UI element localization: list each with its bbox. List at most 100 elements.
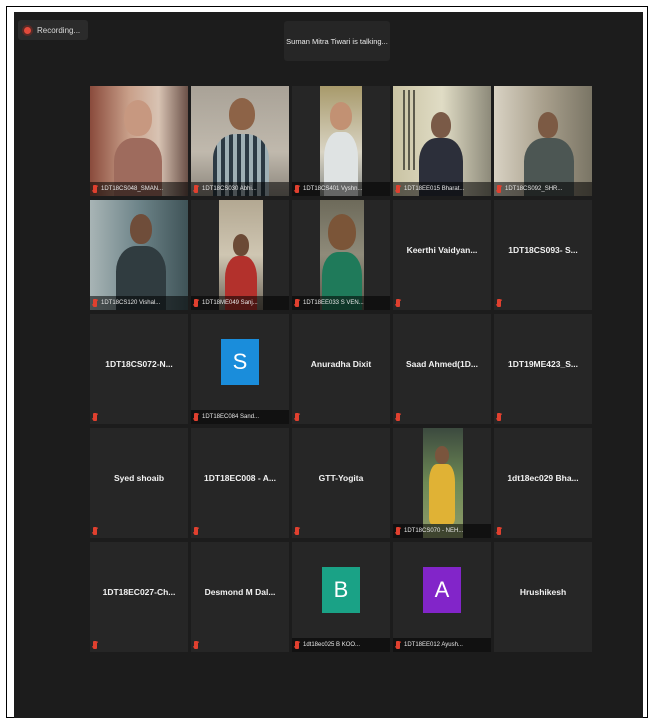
participant-name: 1DT19ME423_S... xyxy=(508,358,578,369)
active-speaker-text: Suman Mitra Tiwari is talking... xyxy=(286,36,388,46)
participant-name: 1DT18EC027-Ch... xyxy=(102,586,176,597)
participant-name: 1DT18EE015 Bharat... xyxy=(393,182,491,196)
participant-name: 1DT18CS070 - NEH... xyxy=(393,524,491,538)
participant-tile[interactable]: 1DT18CS401 Vyshn... xyxy=(292,86,390,196)
participant-tile[interactable]: 1DT18ME049 Sanj... xyxy=(191,200,289,310)
video-feed xyxy=(320,86,362,196)
participant-tile[interactable]: B 1dt18ec025 B KOO... xyxy=(292,542,390,652)
mic-muted-icon xyxy=(295,185,299,193)
participant-face xyxy=(328,214,356,250)
mic-muted-icon xyxy=(93,413,97,421)
recording-indicator[interactable]: Recording... xyxy=(18,20,89,40)
participant-tile[interactable]: 1DT18CS030 Abhi... xyxy=(191,86,289,196)
mic-muted-icon xyxy=(295,299,299,307)
participant-name: 1dt18ec025 B KOO... xyxy=(292,638,390,652)
participant-tile[interactable]: 1DT18CS070 - NEH... xyxy=(393,428,491,538)
mic-muted-icon xyxy=(194,641,198,649)
participant-gallery: 1DT18CS048_SMAN... 1DT18CS030 Abhi... 1D… xyxy=(90,86,592,652)
participant-tile[interactable]: 1DT18EC008 - A... xyxy=(191,428,289,538)
participant-name: 1DT18CS030 Abhi... xyxy=(191,182,289,196)
participant-name: 1DT18EE012 Ayush... xyxy=(393,638,491,652)
participant-face xyxy=(130,214,152,244)
mic-muted-icon xyxy=(396,185,400,193)
participant-tile[interactable]: 1DT18CS048_SMAN... xyxy=(90,86,188,196)
participant-tile[interactable]: 1DT18CS072-N... xyxy=(90,314,188,424)
participant-tile[interactable]: 1DT18EE033 S VEN... xyxy=(292,200,390,310)
participant-tile[interactable]: 1DT18EC027-Ch... xyxy=(90,542,188,652)
participant-face xyxy=(538,112,558,138)
avatar: A xyxy=(423,567,461,614)
record-icon xyxy=(24,26,31,34)
participant-name: Saad Ahmed(1D... xyxy=(406,358,478,369)
participant-name: 1DT18EC008 - A... xyxy=(204,472,276,483)
participant-tile[interactable]: Anuradha Dixit xyxy=(292,314,390,424)
video-feed xyxy=(90,200,188,310)
mic-muted-icon xyxy=(497,299,501,307)
meeting-window: Recording... Suman Mitra Tiwari is talki… xyxy=(14,12,643,718)
participant-tile[interactable]: GTT-Yogita xyxy=(292,428,390,538)
participant-name: Syed shoaib xyxy=(113,472,165,483)
participant-name: 1DT18CS092_SHR... xyxy=(494,182,592,196)
participant-name: 1dt18ec029 Bha... xyxy=(507,472,579,483)
video-feed xyxy=(90,86,188,196)
active-speaker-banner: Suman Mitra Tiwari is talking... xyxy=(284,21,390,61)
participant-tile[interactable]: 1DT18EE015 Bharat... xyxy=(393,86,491,196)
participant-name: 1DT18EE033 S VEN... xyxy=(292,296,390,310)
mic-muted-icon xyxy=(396,299,400,307)
participant-tile[interactable]: Saad Ahmed(1D... xyxy=(393,314,491,424)
mic-muted-icon xyxy=(497,527,501,535)
participant-tile[interactable]: Hrushikesh xyxy=(494,542,592,652)
mic-muted-icon xyxy=(194,527,198,535)
participant-tile[interactable]: 1DT19ME423_S... xyxy=(494,314,592,424)
mic-muted-icon xyxy=(93,185,97,193)
mic-muted-icon xyxy=(295,413,299,421)
participant-face xyxy=(431,112,451,138)
participant-face xyxy=(229,98,255,130)
participant-tile[interactable]: 1DT18CS093- S... xyxy=(494,200,592,310)
mic-muted-icon xyxy=(497,413,501,421)
participant-name: 1DT18CS048_SMAN... xyxy=(90,182,188,196)
video-feed xyxy=(393,86,491,196)
participant-tile[interactable]: Desmond M Dal... xyxy=(191,542,289,652)
participant-body xyxy=(429,464,455,524)
video-feed xyxy=(191,86,289,196)
mic-muted-icon xyxy=(93,641,97,649)
participant-tile[interactable]: A 1DT18EE012 Ayush... xyxy=(393,542,491,652)
participant-tile[interactable]: 1DT18CS120 Vishal... xyxy=(90,200,188,310)
participant-tile[interactable]: S 1DT18EC084 Sand... xyxy=(191,314,289,424)
window-bars xyxy=(403,90,417,170)
avatar: S xyxy=(221,339,259,386)
video-feed xyxy=(494,86,592,196)
mic-muted-icon xyxy=(93,527,97,535)
participant-face xyxy=(330,102,352,130)
participant-name: 1DT18CS401 Vyshn... xyxy=(292,182,390,196)
participant-tile[interactable]: 1dt18ec029 Bha... xyxy=(494,428,592,538)
participant-tile[interactable]: Keerthi Vaidyan... xyxy=(393,200,491,310)
mic-muted-icon xyxy=(295,527,299,535)
participant-name: Anuradha Dixit xyxy=(310,358,372,369)
participant-name: 1DT18CS072-N... xyxy=(105,358,173,369)
participant-name: 1DT18CS093- S... xyxy=(508,244,578,255)
mic-muted-icon xyxy=(396,641,400,649)
participant-tile[interactable]: Syed shoaib xyxy=(90,428,188,538)
participant-name: Hrushikesh xyxy=(519,586,567,597)
participant-name: 1DT18ME049 Sanj... xyxy=(191,296,289,310)
mic-muted-icon xyxy=(396,527,400,535)
mic-muted-icon xyxy=(396,413,400,421)
mic-muted-icon xyxy=(295,641,299,649)
avatar: B xyxy=(322,567,360,614)
participant-tile[interactable]: 1DT18CS092_SHR... xyxy=(494,86,592,196)
participant-name: 1DT18CS120 Vishal... xyxy=(90,296,188,310)
participant-name: Desmond M Dal... xyxy=(204,586,276,597)
participant-face xyxy=(435,446,449,464)
participant-face xyxy=(233,234,249,256)
participant-face xyxy=(124,100,152,136)
recording-label: Recording... xyxy=(37,25,81,35)
participant-name: Keerthi Vaidyan... xyxy=(406,244,478,255)
mic-muted-icon xyxy=(93,299,97,307)
mic-muted-icon xyxy=(194,185,198,193)
mic-muted-icon xyxy=(194,413,198,421)
mic-muted-icon xyxy=(194,299,198,307)
video-feed xyxy=(423,428,463,538)
participant-name: 1DT18EC084 Sand... xyxy=(191,410,289,424)
